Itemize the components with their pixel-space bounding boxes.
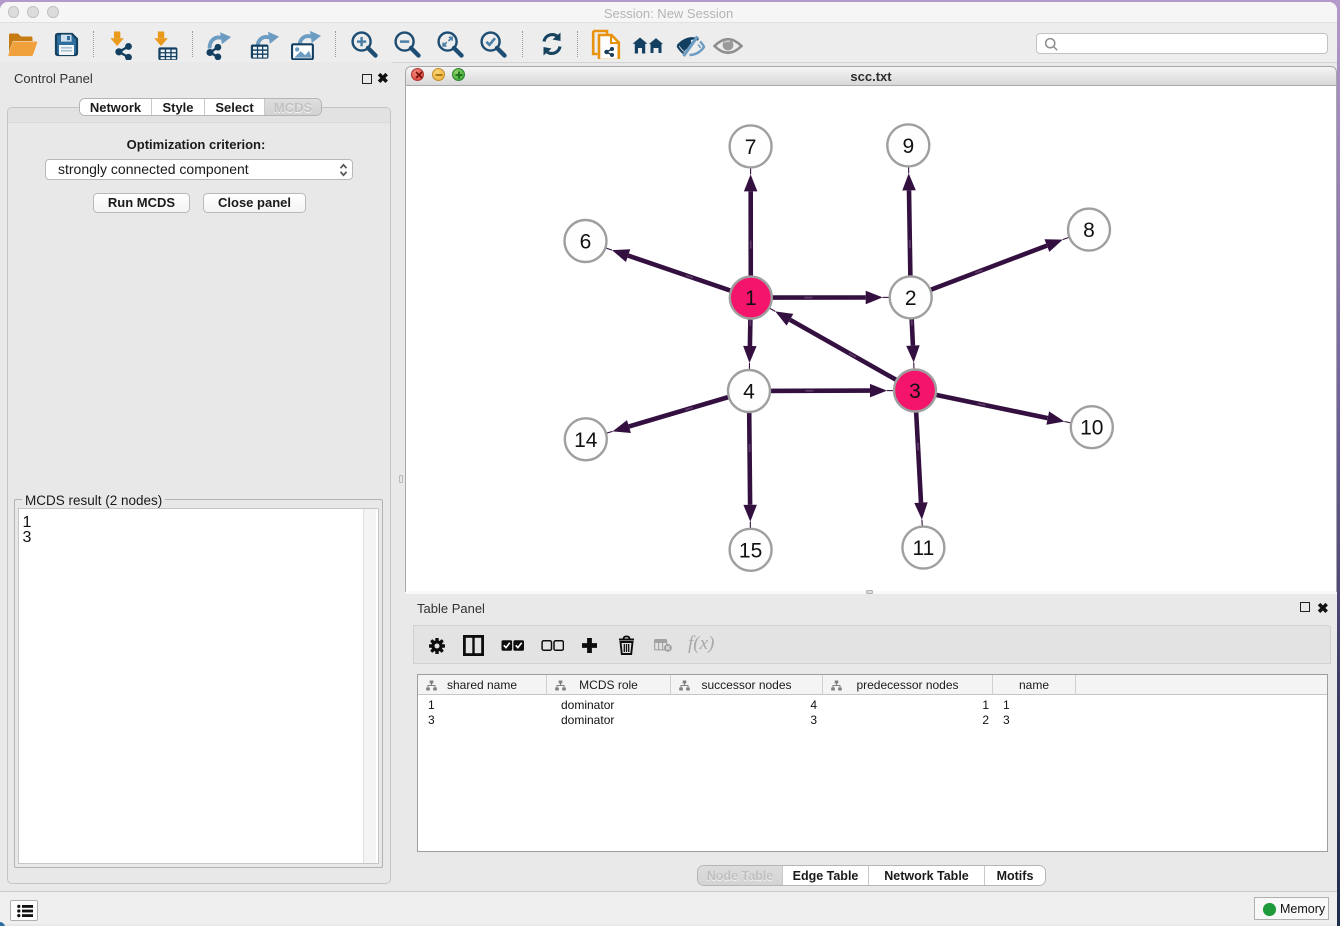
svg-text:1: 1 (745, 287, 757, 310)
svg-text:9: 9 (902, 135, 914, 158)
svg-text:14: 14 (574, 429, 598, 452)
svg-text:4: 4 (743, 381, 755, 404)
svg-text:11: 11 (912, 537, 934, 560)
svg-text:10: 10 (1080, 417, 1103, 440)
svg-text:15: 15 (739, 539, 762, 562)
svg-text:8: 8 (1083, 219, 1095, 242)
svg-text:6: 6 (580, 231, 592, 254)
svg-text:7: 7 (745, 136, 757, 159)
svg-text:3: 3 (909, 380, 921, 403)
svg-text:2: 2 (905, 287, 917, 310)
